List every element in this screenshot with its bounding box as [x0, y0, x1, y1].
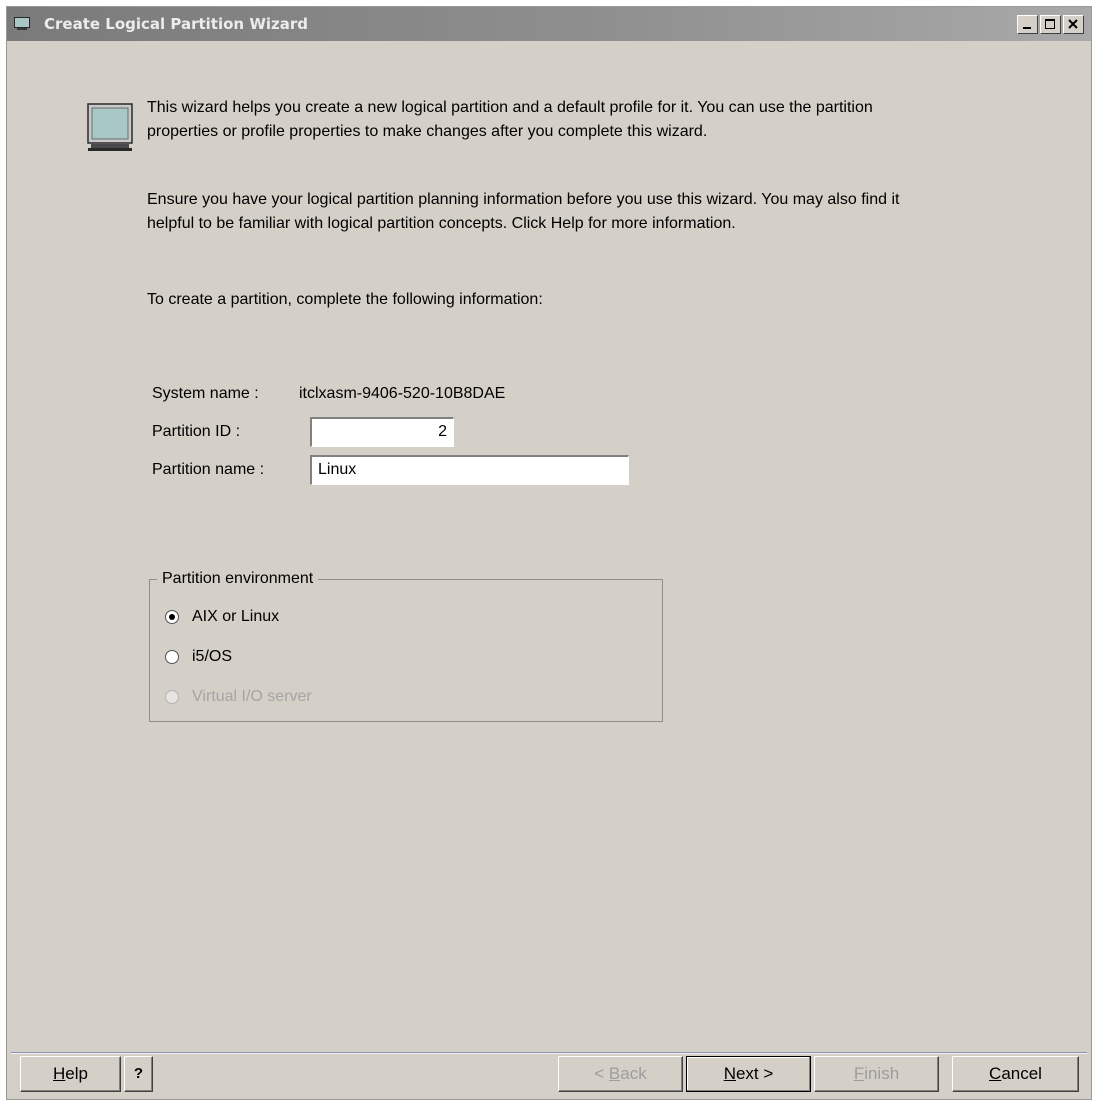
window-title: Create Logical Partition Wizard: [44, 15, 309, 33]
system-name-label: System name :: [152, 385, 259, 402]
partition-name-value: Linux: [318, 461, 357, 478]
radio-i5os-label: i5/OS: [192, 648, 233, 665]
back-button[interactable]: < Back: [558, 1056, 683, 1092]
help-question-button[interactable]: ?: [124, 1056, 153, 1092]
wizard-window: Create Logical Partition Wizard This wiz…: [6, 6, 1092, 1100]
title-bar[interactable]: Create Logical Partition Wizard: [7, 7, 1091, 41]
partition-name-label: Partition name :: [152, 461, 265, 478]
intro-paragraph-3: To create a partition, complete the foll…: [147, 291, 543, 308]
button-bar-separator: [11, 1052, 1087, 1054]
finish-button[interactable]: Finish: [814, 1056, 939, 1092]
cancel-button[interactable]: Cancel: [952, 1056, 1079, 1092]
intro-paragraph-2: Ensure you have your logical partition p…: [147, 191, 900, 232]
radio-virtual-io-server-label: Virtual I/O server: [192, 688, 312, 705]
partition-id-input[interactable]: 2: [310, 417, 454, 447]
close-icon: [1068, 19, 1078, 29]
minimize-button[interactable]: [1017, 15, 1038, 34]
help-button[interactable]: Help: [20, 1056, 121, 1092]
maximize-icon: [1045, 19, 1055, 29]
next-button[interactable]: Next >: [686, 1056, 811, 1092]
radio-selected-icon: [165, 610, 179, 624]
minimize-icon: [1023, 27, 1031, 29]
partition-name-input[interactable]: Linux: [310, 455, 629, 485]
close-button[interactable]: [1063, 15, 1084, 34]
radio-disabled-icon: [165, 690, 179, 704]
system-name-value: itclxasm-9406-520-10B8DAE: [299, 385, 506, 402]
window-icon: [14, 17, 30, 30]
partition-id-label: Partition ID :: [152, 423, 241, 440]
computer-monitor-icon: [87, 103, 133, 151]
partition-environment-legend: Partition environment: [157, 570, 319, 588]
partition-id-value: 2: [438, 423, 447, 440]
maximize-button[interactable]: [1040, 15, 1061, 34]
radio-aix-or-linux-label: AIX or Linux: [192, 608, 280, 625]
intro-paragraph-1: This wizard helps you create a new logic…: [147, 99, 873, 140]
radio-unselected-icon: [165, 650, 179, 664]
